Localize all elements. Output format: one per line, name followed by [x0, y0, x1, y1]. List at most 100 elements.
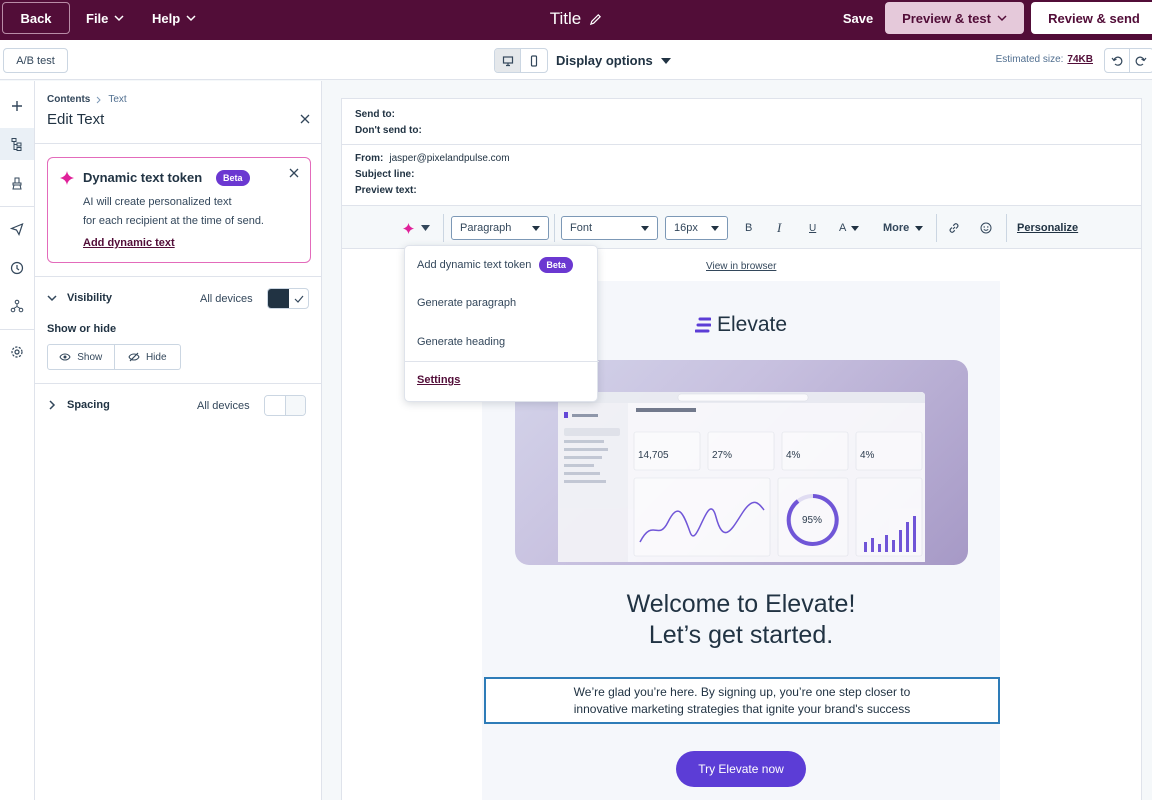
desktop-icon[interactable] [495, 49, 521, 72]
send-to-label: Send to: [355, 109, 395, 120]
menu-item-settings[interactable]: Settings [417, 374, 460, 386]
hide-button[interactable]: Hide [115, 345, 181, 369]
page-title[interactable]: Title [550, 9, 582, 29]
underline-label: U [809, 222, 817, 234]
panel-title: Edit Text [47, 111, 105, 128]
personalize-button[interactable]: Personalize [1017, 216, 1078, 240]
display-options-label: Display options [556, 53, 653, 68]
sparkle-icon [60, 171, 74, 185]
breadcrumb-root[interactable]: Contents [47, 94, 90, 105]
toolbar-divider [1006, 214, 1007, 242]
eye-icon [59, 353, 71, 361]
eye-slash-icon [128, 352, 140, 362]
italic-button[interactable]: I [777, 216, 781, 240]
contents-tree-icon[interactable] [0, 128, 34, 160]
underline-button[interactable]: U [809, 216, 816, 240]
back-button[interactable]: Back [2, 2, 70, 34]
spacing-toggle-row[interactable]: Spacing [47, 399, 110, 411]
divider [35, 143, 322, 144]
visibility-devices: All devices [200, 293, 253, 305]
workflow-icon[interactable] [8, 297, 26, 315]
review-send-button[interactable]: Review & send [1031, 2, 1152, 34]
svg-text:4%: 4% [860, 450, 875, 461]
subject-label: Subject line: [355, 169, 415, 180]
text-color-button[interactable]: A [839, 216, 860, 240]
show-button[interactable]: Show [48, 345, 115, 369]
headline-line: Welcome to Elevate! [626, 590, 856, 618]
add-icon[interactable] [8, 97, 26, 115]
close-icon[interactable] [289, 168, 301, 180]
add-dynamic-text-link[interactable]: Add dynamic text [83, 237, 175, 249]
subject-row[interactable]: Subject line: [355, 169, 414, 180]
undo-icon[interactable] [1105, 49, 1130, 72]
estimated-size-value[interactable]: 74KB [1067, 54, 1093, 65]
menu-item-label: Settings [417, 374, 461, 386]
view-in-browser-link[interactable]: View in browser [706, 261, 776, 272]
pencil-icon[interactable] [589, 13, 602, 26]
help-menu[interactable]: Help [152, 2, 196, 34]
font-size-select[interactable]: 16px [665, 216, 728, 240]
bold-button[interactable]: B [745, 216, 752, 240]
more-menu[interactable]: More [883, 216, 924, 240]
menu-item-generate-paragraph[interactable]: Generate paragraph [417, 297, 516, 309]
show-or-hide-label: Show or hide [47, 323, 116, 335]
toolbar-divider [554, 214, 555, 242]
ab-test-button[interactable]: A/B test [3, 48, 68, 73]
chevron-right-icon [49, 400, 56, 410]
bold-label: B [745, 222, 753, 234]
chevron-down-icon [114, 15, 124, 22]
font-size-label: 16px [674, 222, 698, 234]
paragraph-select[interactable]: Paragraph [451, 216, 549, 240]
email-headline[interactable]: Welcome to Elevate! Let’s get started. [482, 589, 1000, 651]
preview-text-label: Preview text: [355, 185, 417, 196]
send-to-row[interactable]: Send to: [355, 109, 395, 120]
chevron-down-icon [47, 295, 57, 302]
caret-down-icon [641, 225, 649, 231]
caret-down-icon [532, 225, 540, 231]
ai-assist-button[interactable] [402, 216, 430, 240]
emoji-icon[interactable] [980, 216, 992, 240]
menu-item-generate-heading[interactable]: Generate heading [417, 336, 505, 348]
brush-icon[interactable] [8, 174, 26, 192]
send-icon[interactable] [8, 220, 26, 238]
menu-item-add-dynamic-text-token[interactable]: Add dynamic text token Beta [417, 257, 573, 273]
intro-text: We’re glad you’re here. By signing up, y… [574, 684, 911, 718]
divider [342, 144, 1141, 145]
font-select[interactable]: Font [561, 216, 658, 240]
mobile-icon[interactable] [521, 49, 547, 72]
divider [35, 276, 322, 277]
preview-label: Preview & test [902, 10, 991, 26]
redo-icon[interactable] [1130, 49, 1152, 72]
link-icon[interactable] [948, 216, 960, 240]
save-button[interactable]: Save [838, 2, 878, 34]
selected-text-block[interactable]: We’re glad you’re here. By signing up, y… [484, 677, 1000, 724]
svg-text:14,705: 14,705 [638, 450, 669, 461]
edit-panel: Contents Text Edit Text Dynamic text tok… [35, 81, 322, 800]
personalize-label: Personalize [1017, 222, 1079, 234]
caret-down-icon [660, 57, 671, 64]
top-bar: Back File Help Title Save Preview & test… [0, 0, 1152, 40]
preview-text-row[interactable]: Preview text: [355, 185, 417, 196]
show-hide-toggle: Show Hide [47, 344, 181, 370]
dont-send-to-row[interactable]: Don't send to: [355, 125, 422, 136]
preview-test-button[interactable]: Preview & test [885, 2, 1024, 34]
dynamic-text-card: Dynamic text token Beta AI will create p… [47, 157, 311, 263]
caret-down-icon [851, 225, 860, 231]
visibility-toggle-row[interactable]: Visibility [47, 292, 112, 304]
visibility-label: Visibility [67, 292, 113, 304]
from-row[interactable]: From: jasper@pixelandpulse.com [355, 153, 510, 164]
display-options-menu[interactable]: Display options [556, 48, 671, 73]
dynamic-text-title: Dynamic text token [83, 170, 203, 185]
beta-badge: Beta [216, 170, 250, 186]
close-icon[interactable] [298, 112, 312, 126]
gear-icon[interactable] [8, 343, 26, 361]
file-menu[interactable]: File [86, 2, 124, 34]
try-elevate-button[interactable]: Try Elevate now [676, 751, 806, 787]
ai-assist-dropdown: Add dynamic text token Beta Generate par… [404, 245, 599, 402]
spacing-switch[interactable] [264, 395, 306, 416]
divider [405, 361, 599, 362]
back-label: Back [20, 10, 52, 26]
file-label: File [86, 10, 109, 26]
clock-icon[interactable] [8, 259, 26, 277]
visibility-switch[interactable] [267, 288, 309, 309]
